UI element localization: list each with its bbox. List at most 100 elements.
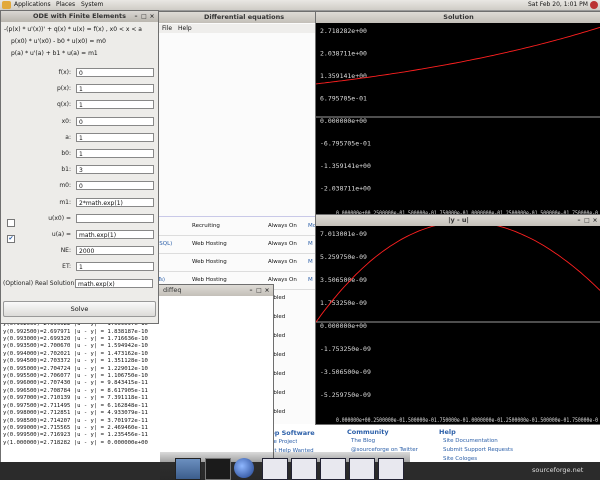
row-category: Web Hosting (192, 259, 227, 265)
field-input[interactable] (76, 213, 154, 223)
solution-titlebar[interactable]: Solution (316, 12, 600, 23)
table-row[interactable]: Web Hosting Always On M (156, 254, 316, 272)
x-tick-labels: 0.000000e+00.2500000e-01.500000e-01.7500… (336, 417, 598, 424)
field-label: ET: (62, 263, 71, 271)
menu-help[interactable]: Help (178, 24, 192, 33)
window-thumb-icon[interactable] (378, 458, 404, 480)
footer-col1-title[interactable]: lop Software (268, 429, 315, 437)
solution-plot[interactable]: 2.718282e+00 2.038711e+00 1.359141e+00 6.79… (316, 23, 600, 217)
row-mark: M (308, 277, 313, 283)
minimize-icon[interactable]: – (575, 216, 583, 225)
field-input[interactable]: 3 (76, 165, 154, 175)
table-divider (156, 216, 316, 217)
footer-link[interactable]: The Blog (351, 438, 375, 444)
console-line: y(0.999500)=2.716923 |u - y| = 1.235456e… (3, 432, 148, 439)
field-label: q(x): (56, 101, 71, 109)
y-tick-label: 0.000000e+00 (320, 117, 367, 125)
y-tick-label: -1.753250e-09 (320, 345, 371, 353)
window-thumb-icon[interactable] (262, 458, 288, 480)
console-line: y(0.995500)=2.706077 |u - y| = 1.106750e… (3, 373, 148, 380)
console-line: y(0.996500)=2.708784 |u - y| = 8.617905e… (3, 387, 148, 394)
footer-link[interactable]: Site Documentation (443, 438, 498, 444)
field-input[interactable]: 2000 (76, 246, 154, 256)
field-label: u(x0) = (48, 214, 71, 222)
solve-button[interactable]: Solve (3, 301, 156, 317)
globe-icon[interactable] (234, 458, 254, 478)
bottom-panel: sourceforge.net (0, 452, 600, 480)
console-window-buttons[interactable]: – □ × (247, 286, 271, 295)
solution-curve (316, 226, 600, 323)
field-input[interactable]: 0 (76, 181, 154, 191)
field-input[interactable]: 0 (76, 68, 154, 77)
console-line: y(0.993000)=2.699320 |u - y| = 1.716636e… (3, 336, 148, 343)
field-input[interactable]: 2*math.exp(1) (76, 197, 154, 207)
field-input[interactable]: 1 (76, 84, 154, 94)
close-icon[interactable]: × (591, 216, 599, 225)
row-status: Always On (268, 241, 297, 247)
window-thumb-icon[interactable] (320, 458, 346, 480)
field-input[interactable]: math.exp(1) (76, 230, 154, 239)
ua-checkbox[interactable]: ✔ (7, 235, 15, 243)
y-tick-label: -2.038711e+00 (320, 185, 371, 193)
maximize-icon[interactable]: □ (140, 12, 148, 21)
field-label: m0: (59, 182, 71, 190)
minimize-icon[interactable]: – (247, 286, 255, 295)
console-line: y(0.994500)=2.703372 |u - y| = 1.351128e… (3, 358, 148, 365)
menu-system[interactable]: System (81, 0, 103, 10)
console-line: y(0.996000)=2.707430 |u - y| = 9.843415e… (3, 380, 148, 387)
table-row[interactable]: Recruiting Always On Mo (156, 218, 316, 236)
equation-line: -(p(x) * u'(x))' + q(x) * u(x) = f(x) , … (4, 26, 142, 33)
y-tick-label: -3.506500e-09 (320, 368, 371, 376)
field-label: a: (65, 133, 71, 141)
y-tick-label: 7.013001e-09 (320, 230, 367, 238)
row-status: Always On (268, 223, 297, 229)
window-thumb-icon[interactable] (349, 458, 375, 480)
field-input[interactable]: 1 (76, 262, 154, 272)
error-titlebar[interactable]: |y - u| (316, 215, 600, 226)
minimize-icon[interactable]: – (132, 12, 140, 21)
power-icon[interactable] (590, 1, 598, 9)
show-desktop-icon[interactable] (175, 458, 201, 480)
y-tick-label: 2.038711e+00 (320, 50, 367, 58)
console-line: y(0.997000)=2.710139 |u - y| = 7.391118e… (3, 395, 148, 402)
field-input[interactable]: 1 (76, 100, 154, 110)
clock[interactable]: Sat Feb 20, 1:01 PM (528, 0, 588, 10)
row-category: Recruiting (192, 223, 220, 229)
menu-file[interactable]: File (162, 24, 172, 33)
y-tick-label: 5.259750e-09 (320, 253, 367, 261)
console-line: y(1.000000)=2.718282 |u - y| = 0.000000e… (3, 439, 148, 446)
solution-plot-svg: 2.718282e+00 2.038711e+00 1.359141e+00 6.79… (316, 26, 600, 217)
field-label: b1: (61, 166, 71, 174)
error-plot[interactable]: 7.013001e-09 5.259750e-09 3.506500e-09 1.75… (316, 226, 600, 424)
diffeq-titlebar[interactable]: Differential equations (156, 12, 316, 23)
field-input[interactable]: 1 (76, 132, 154, 142)
console-line: y(0.998000)=2.712851 |u - y| = 4.933079e… (3, 410, 148, 417)
window-thumb-icon[interactable] (291, 458, 317, 480)
field-input[interactable]: math.exp(x) (75, 278, 153, 288)
footer-col2-title[interactable]: Community (347, 428, 389, 436)
u0-checkbox[interactable] (7, 219, 15, 227)
footer-col3-title[interactable]: Help (439, 428, 456, 436)
equation-line: p(a) * u'(a) + b1 * u(a) = m1 (11, 50, 98, 57)
field-label: x0: (61, 117, 71, 125)
field-input[interactable]: 1 (76, 149, 154, 158)
error-window-buttons[interactable]: – □ × (575, 216, 599, 225)
field-label: b0: (61, 150, 71, 157)
maximize-icon[interactable]: □ (583, 216, 591, 225)
close-icon[interactable]: × (148, 12, 156, 21)
maximize-icon[interactable]: □ (255, 286, 263, 295)
field-label: p(x): (56, 85, 71, 93)
gnome-foot-icon[interactable] (2, 1, 11, 9)
console-line: y(0.992500)=2.697971 |u - y| = 1.838187e… (3, 328, 148, 335)
terminal-icon[interactable] (205, 458, 231, 480)
row-category: Web Hosting (192, 277, 227, 283)
y-tick-label: 6.795705e-01 (320, 95, 367, 103)
table-row[interactable]: ySQL) Web Hosting Always On M (156, 236, 316, 254)
ode-window-buttons[interactable]: – □ × (132, 12, 156, 21)
footer-link[interactable]: Submit Support Requests (443, 447, 513, 453)
menu-applications[interactable]: Applications (14, 0, 51, 10)
field-input[interactable]: 0 (76, 116, 154, 126)
menu-places[interactable]: Places (56, 0, 75, 10)
close-icon[interactable]: × (263, 286, 271, 295)
console-line: y(0.993500)=2.700670 |u - y| = 1.594942e… (3, 343, 148, 350)
